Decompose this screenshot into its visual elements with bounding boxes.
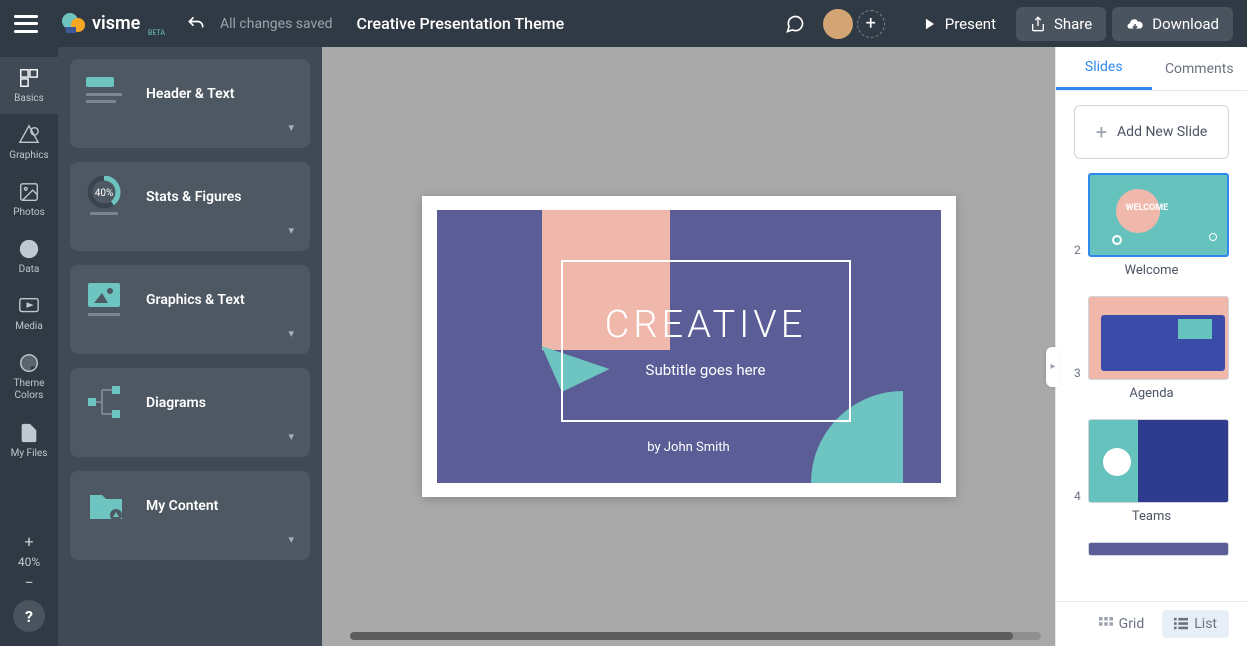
rail-data[interactable]: Data [0, 228, 58, 285]
menu-icon[interactable] [14, 15, 38, 33]
category-diagrams[interactable]: Diagrams ▾ [70, 368, 310, 457]
save-status: All changes saved [220, 16, 333, 32]
my-content-icon [86, 485, 128, 527]
thumbnail-image[interactable] [1088, 296, 1229, 380]
rail-my-files[interactable]: My Files [0, 412, 58, 469]
rail-photos[interactable]: Photos [0, 171, 58, 228]
stats-icon: 40% [86, 176, 128, 218]
tab-slides[interactable]: Slides [1056, 47, 1152, 90]
present-button[interactable]: Present [909, 7, 1010, 41]
thumbnail-next[interactable] [1074, 542, 1229, 556]
chevron-down-icon: ▾ [86, 327, 294, 340]
left-rail: Basics Graphics Photos Data Media Theme … [0, 47, 58, 646]
chevron-down-icon: ▾ [86, 121, 294, 134]
present-label: Present [945, 15, 996, 33]
diagrams-icon [86, 382, 128, 424]
slide-title[interactable]: CREATIVE [605, 303, 807, 347]
share-button[interactable]: Share [1016, 7, 1106, 41]
thumbnail-agenda[interactable]: 3 Agenda [1074, 296, 1229, 401]
grid-view-button[interactable]: Grid [1087, 610, 1157, 638]
thumbnail-teams[interactable]: 4 Teams [1074, 419, 1229, 524]
category-my-content[interactable]: My Content ▾ [70, 471, 310, 560]
chevron-down-icon: ▾ [86, 533, 294, 546]
rail-theme-colors[interactable]: Theme Colors [0, 342, 58, 412]
undo-icon[interactable] [186, 14, 206, 34]
slide-author[interactable]: by John Smith [437, 440, 941, 455]
slide-thumbnails: 2 WELCOME Welcome 3 Agenda 4 [1056, 173, 1247, 601]
header-text-icon [86, 73, 128, 115]
thumbnail-image[interactable] [1088, 419, 1229, 503]
top-bar: visme BETA All changes saved Creative Pre… [0, 0, 1247, 47]
add-slide-button[interactable]: + Add New Slide [1074, 105, 1229, 159]
svg-text:visme: visme [92, 13, 141, 34]
zoom-out-icon[interactable]: − [24, 573, 33, 592]
category-graphics-text[interactable]: Graphics & Text ▾ [70, 265, 310, 354]
zoom-control[interactable]: + 40% − [18, 532, 40, 592]
list-view-button[interactable]: List [1162, 610, 1229, 638]
category-header-text[interactable]: Header & Text ▾ [70, 59, 310, 148]
thumbnail-image[interactable]: WELCOME [1088, 173, 1229, 257]
rail-media[interactable]: Media [0, 285, 58, 342]
category-panel: Header & Text ▾ 40% Stats & Figures ▾ Gr… [58, 47, 322, 646]
comment-icon[interactable] [785, 14, 805, 34]
slide-editor[interactable]: CREATIVE Subtitle goes here by John Smit… [422, 196, 956, 497]
svg-text:40%: 40% [95, 188, 114, 199]
download-button[interactable]: Download [1112, 7, 1233, 41]
rail-basics[interactable]: Basics [0, 57, 58, 114]
view-toggle: Grid List [1056, 601, 1247, 646]
title-frame[interactable]: CREATIVE Subtitle goes here [561, 260, 851, 422]
logo[interactable]: visme BETA [58, 9, 168, 39]
right-tabs: Slides Comments [1056, 47, 1247, 91]
zoom-value: 40% [18, 555, 40, 569]
thumbnail-welcome[interactable]: 2 WELCOME Welcome [1074, 173, 1229, 278]
chevron-down-icon: ▾ [86, 430, 294, 443]
rail-graphics[interactable]: Graphics [0, 114, 58, 171]
chevron-down-icon: ▾ [86, 224, 294, 237]
slide-subtitle[interactable]: Subtitle goes here [646, 361, 766, 379]
add-collaborator-button[interactable]: + [857, 10, 885, 38]
user-avatar[interactable] [823, 9, 853, 39]
help-button[interactable]: ? [13, 600, 45, 632]
share-label: Share [1054, 15, 1092, 33]
collapse-handle[interactable]: ▸ [1046, 347, 1060, 387]
zoom-in-icon[interactable]: + [24, 532, 33, 551]
thumbnail-image[interactable] [1088, 542, 1229, 556]
tab-comments[interactable]: Comments [1152, 47, 1247, 90]
plus-icon: + [1096, 120, 1107, 144]
graphics-text-icon [86, 279, 128, 321]
svg-text:BETA: BETA [148, 29, 165, 37]
document-title[interactable]: Creative Presentation Theme [357, 14, 565, 33]
category-stats-figures[interactable]: 40% Stats & Figures ▾ [70, 162, 310, 251]
canvas[interactable]: CREATIVE Subtitle goes here by John Smit… [322, 47, 1055, 646]
right-panel: ▸ Slides Comments + Add New Slide 2 WELC… [1055, 47, 1247, 646]
horizontal-scrollbar[interactable] [350, 632, 1041, 640]
download-label: Download [1152, 15, 1219, 33]
